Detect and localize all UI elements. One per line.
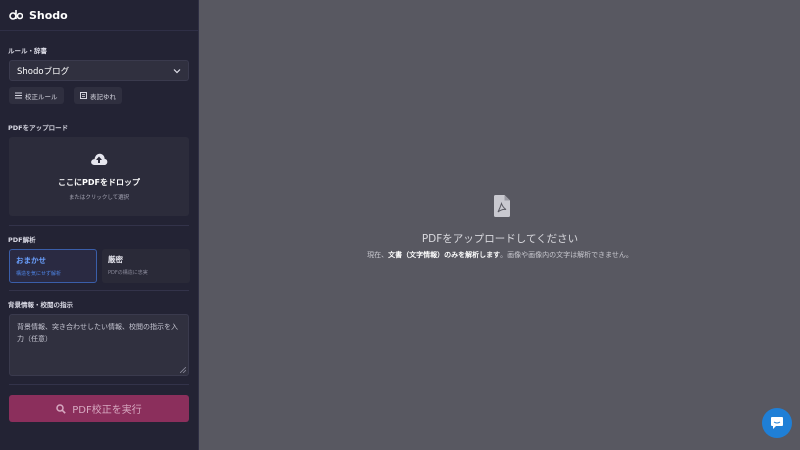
context-textarea[interactable]: 背景情報、突き合わせしたい情報、校閲の指示を入力（任意） [9,314,189,376]
rules-button-label: 校正ルール [25,92,58,101]
header-divider [0,30,199,31]
upload-label: PDFをアップロード [8,124,69,132]
dictionary-button-label: 表記ゆれ [90,92,116,101]
sidebar: Shodo ルール・辞書 Shodoブログ 校正ルール 表記ゆれ PDFをアップ… [0,0,199,450]
run-button-label: PDF校正を実行 [72,405,142,416]
empty-state-description: 現在、文書（文字情報）のみを解析します。画像や画像内の文字は解析できません。 [200,250,800,260]
section-divider [9,225,189,226]
main-panel: PDFをアップロードしてください 現在、文書（文字情報）のみを解析します。画像や… [200,0,800,450]
chat-icon [771,417,783,429]
empty-state-title: PDFをアップロードしてください [421,233,579,245]
analysis-label: PDF解析 [8,236,36,244]
run-proofread-button[interactable]: PDF校正を実行 [9,395,189,422]
mode-strict-title: 厳密 [108,255,123,264]
brand-name: Shodo [29,8,68,22]
section-divider [9,290,189,291]
section-divider [9,384,189,385]
pdf-dropzone[interactable]: ここにPDFをドロップ またはクリックして選択 [9,137,189,216]
rules-select-value: Shodoブログ [17,66,70,77]
mode-auto-subtitle: 構造を気にせず解析 [16,271,62,277]
context-placeholder: 背景情報、突き合わせしたい情報、校閲の指示を入力（任意） [17,323,178,343]
rules-button[interactable]: 校正ルール [9,87,64,104]
chevron-down-icon [173,69,181,74]
dictionary-button[interactable]: 表記ゆれ [74,87,122,104]
chat-support-button[interactable] [762,408,792,438]
description-suffix: 。画像や画像内の文字は解析できません。 [500,251,633,259]
brand[interactable]: Shodo [9,6,68,24]
app-root: Shodo ルール・辞書 Shodoブログ 校正ルール 表記ゆれ PDFをアップ… [0,0,800,450]
list-settings-icon [15,92,22,99]
dropzone-title: ここにPDFをドロップ [58,178,140,187]
search-icon [56,403,67,414]
cloud-upload-icon [91,153,108,165]
description-prefix: 現在、 [367,251,389,259]
mode-auto-title: おまかせ [16,256,46,265]
rules-label: ルール・辞書 [8,47,47,55]
dropzone-subtitle: またはクリックして選択 [68,195,130,201]
mode-auto-option[interactable]: おまかせ 構造を気にせず解析 [9,249,97,283]
context-label: 背景情報・校閲の指示 [8,301,73,309]
file-pdf-icon [494,195,510,217]
shodo-logo-icon [9,10,23,20]
mode-strict-option[interactable]: 厳密 PDFの構造に忠実 [102,249,190,283]
book-icon [80,92,87,99]
description-emphasis: 文書（文字情報）のみを解析します [388,251,501,259]
resize-handle-icon[interactable] [180,367,186,373]
rules-select[interactable]: Shodoブログ [9,60,189,81]
mode-strict-subtitle: PDFの構造に忠実 [108,270,148,276]
